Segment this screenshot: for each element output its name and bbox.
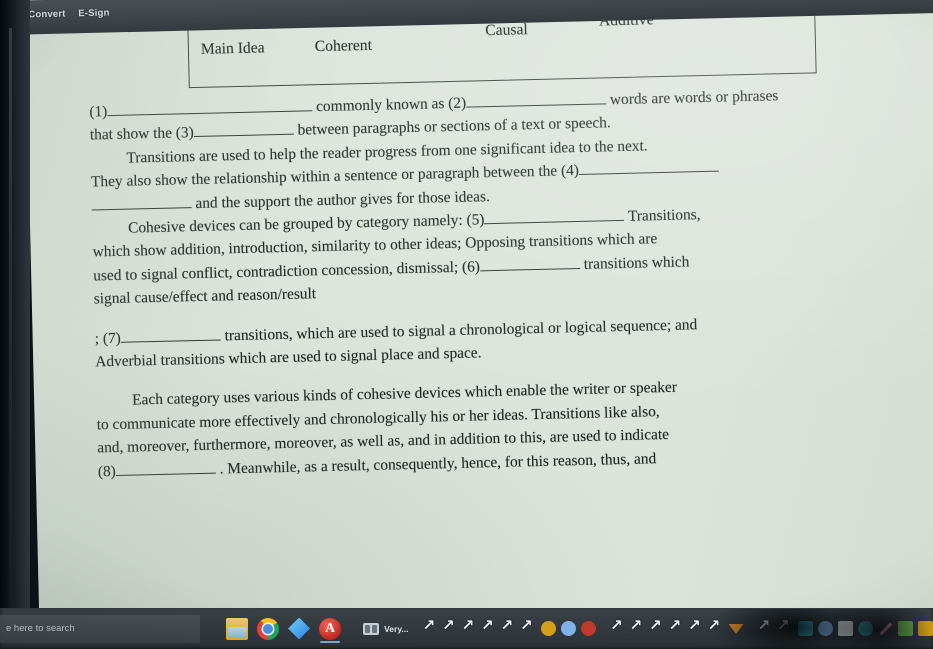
taskbar-open-window[interactable]: Very... [363, 622, 409, 635]
line-text: Transitions, [627, 206, 701, 225]
esign-menu-item[interactable]: E-Sign [78, 7, 110, 19]
taskbar-search-box[interactable]: e here to search [0, 614, 201, 643]
tray-icon-cyan[interactable] [798, 621, 813, 636]
line-text: ; (7) [94, 329, 121, 348]
taskbar-window-group-1 [423, 616, 536, 636]
pdf-page: Transitional Cohesive Devices Sequential… [24, 0, 933, 612]
answer-blank-1[interactable] [107, 96, 313, 117]
text-line: signal cause/effect and reason/result [93, 285, 317, 308]
monitor-bezel-highlight [9, 28, 12, 608]
acrobat-icon[interactable]: A [319, 617, 342, 643]
line-text: that show the (3) [89, 124, 194, 144]
line-text: and the support the author gives for tho… [195, 187, 491, 212]
diamond-app-icon[interactable] [288, 617, 311, 640]
arrow-window-icon[interactable] [520, 616, 535, 636]
taskbar-tray-group-2 [728, 621, 744, 636]
windows-taskbar: e here to search A Very... [0, 608, 933, 649]
window-thumbnail-icon [363, 622, 380, 635]
tray-icon-gold-2[interactable] [918, 621, 933, 636]
taskbar-pinned-icons: A [226, 617, 342, 643]
line-text: Cohesive devices can be grouped by categ… [127, 211, 485, 237]
line-text: transitions which [583, 253, 690, 273]
arrow-window-icon[interactable] [501, 616, 516, 636]
tray-icon-white[interactable] [838, 621, 853, 636]
worksheet-text: (1) commonly known as (2) words are word… [89, 81, 933, 484]
taskbar-tray-group-1 [541, 621, 596, 636]
photographed-screen: Transitional Cohesive Devices Sequential… [0, 0, 933, 649]
answer-blank-6[interactable] [479, 254, 581, 272]
tray-icon-red[interactable] [581, 621, 596, 636]
arrow-window-icon[interactable] [669, 616, 684, 636]
arrow-window-icon[interactable] [688, 616, 703, 636]
word-bank-term: Main Idea [200, 39, 265, 58]
arrow-window-icon[interactable] [649, 616, 664, 636]
tray-icon-pink[interactable] [879, 622, 893, 636]
line-text: (1) [89, 103, 108, 121]
arrow-window-icon[interactable] [442, 616, 457, 636]
tray-icon-gold[interactable] [541, 621, 556, 636]
text-line: Adverbial transitions which are used to … [95, 344, 482, 371]
tray-icon-lightblue[interactable] [561, 621, 576, 636]
paragraph: ; (7) transitions, which are used to sig… [94, 307, 933, 374]
answer-blank-4b[interactable] [91, 193, 192, 211]
chrome-icon[interactable] [257, 617, 280, 640]
arrow-window-icon[interactable] [708, 616, 723, 636]
answer-blank-3[interactable] [193, 120, 294, 138]
answer-blank-4[interactable] [578, 157, 720, 176]
tray-icon-blue[interactable] [818, 621, 833, 636]
arrow-window-icon[interactable] [462, 616, 477, 636]
paragraph: Each category uses various kinds of cohe… [96, 370, 933, 483]
taskbar-window-group-2 [610, 616, 723, 636]
taskbar-tray-group-3 [798, 621, 933, 636]
tray-icon-green[interactable] [898, 621, 913, 636]
line-text: (8) [97, 462, 116, 481]
line-text: They also show the relationship within a… [90, 162, 580, 191]
tray-icon-orange[interactable] [728, 624, 744, 634]
file-explorer-icon[interactable] [226, 617, 249, 640]
line-text: transitions, which are used to signal a … [224, 315, 698, 345]
paragraph: Cohesive devices can be grouped by categ… [92, 198, 933, 311]
line-text: used to signal conflict, contradiction c… [93, 258, 481, 285]
arrow-window-icon[interactable] [758, 616, 773, 636]
taskbar-window-group-3 [758, 616, 793, 636]
arrow-window-icon[interactable] [610, 616, 625, 636]
arrow-window-icon[interactable] [423, 616, 438, 636]
arrow-window-icon[interactable] [481, 616, 496, 636]
window-title-label: Very... [384, 623, 409, 634]
answer-blank-2[interactable] [465, 89, 607, 108]
search-placeholder-text: e here to search [6, 623, 75, 634]
monitor-bezel-left [0, 0, 30, 649]
arrow-window-icon[interactable] [777, 616, 792, 636]
text-line: (1) commonly known as (2) words are word… [89, 87, 778, 120]
pdf-page-area: Transitional Cohesive Devices Sequential… [0, 0, 933, 612]
word-bank-term: Coherent [314, 36, 373, 56]
line-text: commonly known as (2) [315, 94, 467, 116]
convert-menu-item[interactable]: Convert [28, 9, 66, 21]
answer-blank-8[interactable] [115, 458, 216, 476]
text-line: ; (7) transitions, which are used to sig… [95, 316, 698, 347]
arrow-window-icon[interactable] [630, 616, 645, 636]
answer-blank-7[interactable] [120, 325, 221, 343]
answer-blank-5[interactable] [484, 206, 625, 225]
line-text: words are words or phrases [609, 87, 779, 109]
tray-icon-teal[interactable] [858, 621, 873, 636]
